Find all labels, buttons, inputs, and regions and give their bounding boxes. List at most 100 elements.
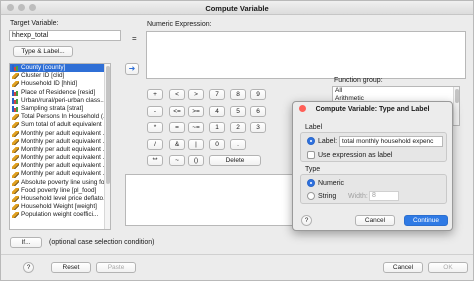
function-description-area	[332, 233, 460, 235]
ok-button[interactable]: OK	[428, 262, 468, 273]
type-group-title: Type	[305, 166, 321, 173]
help-button[interactable]: ?	[23, 262, 34, 273]
move-variable-arrow-button[interactable]: ➜	[125, 63, 139, 75]
label-input[interactable]: total monthly household expenc	[339, 136, 443, 147]
keypad-key[interactable]: 4	[209, 105, 225, 117]
dialog-title: Compute Variable: Type and Label	[315, 106, 430, 113]
variable-list-item[interactable]: Total Persons In Household (...	[10, 113, 110, 121]
keypad-key[interactable]: 3	[250, 122, 266, 133]
keypad-key[interactable]: -	[147, 105, 163, 117]
variable-list[interactable]: County [county] Cluster ID [clid] Househol…	[9, 63, 111, 230]
variable-list-item-label: Food poverty line [pl_food]	[21, 186, 97, 194]
target-variable-input[interactable]: hhexp_total	[9, 30, 121, 41]
keypad-key[interactable]: 5	[230, 105, 246, 117]
dialog-cancel-button[interactable]: Cancel	[355, 215, 395, 226]
keypad-key[interactable]: **	[147, 155, 163, 166]
keypad-key[interactable]: 0	[209, 138, 225, 150]
width-input[interactable]: 8	[369, 191, 399, 201]
reset-button[interactable]: Reset	[51, 262, 91, 273]
target-variable-label: Target Variable:	[10, 20, 59, 27]
variable-list-item[interactable]: Monthly per adult equivalent ...	[10, 154, 110, 162]
variable-list-item[interactable]: County [county]	[10, 64, 110, 73]
scale-variable-icon	[12, 73, 19, 80]
label-radio[interactable]	[307, 137, 315, 145]
variable-list-item[interactable]: Place of Residence [resid]	[10, 89, 110, 97]
variable-list-item-label: Household level price deflato...	[21, 195, 109, 202]
variable-list-item[interactable]: Sampling strata [strat]	[10, 105, 110, 113]
use-expression-checkbox[interactable]	[307, 151, 315, 159]
numeric-expression-input[interactable]	[146, 31, 466, 79]
paste-button[interactable]: Paste	[96, 262, 136, 273]
numeric-radio[interactable]	[307, 179, 315, 187]
function-group-item[interactable]: All	[333, 87, 459, 95]
type-group: Numeric String Width: 8	[300, 174, 447, 204]
variable-list-item-label: Monthly per adult equivalent ...	[21, 129, 109, 137]
keypad-key[interactable]: >	[188, 89, 204, 100]
if-button[interactable]: If...	[10, 237, 42, 248]
variable-list-item[interactable]: Monthly per adult equivalent ...	[10, 162, 110, 170]
variable-list-item[interactable]: Sum total of adult equivalent ...	[10, 121, 110, 129]
variable-list-item-label: Monthly per adult equivalent ...	[21, 162, 109, 170]
variable-list-item-label: Absolute poverty line using fo...	[21, 178, 110, 186]
keypad-key[interactable]: /	[147, 138, 163, 150]
functions-list[interactable]	[125, 174, 293, 226]
function-group-scroll-thumb[interactable]	[455, 89, 459, 103]
keypad-key[interactable]: ~=	[188, 122, 204, 133]
window-title: Compute Variable	[205, 4, 269, 13]
keypad-key[interactable]: 6	[250, 105, 266, 117]
nominal-variable-icon	[12, 89, 19, 96]
string-radio[interactable]	[307, 192, 315, 200]
keypad-key[interactable]: ()	[188, 155, 204, 166]
keypad-key[interactable]: 7	[209, 89, 225, 100]
variable-list-item[interactable]: Monthly per adult equivalent ...	[10, 138, 110, 146]
delete-button[interactable]: Delete	[209, 155, 261, 166]
keypad-key[interactable]: *	[147, 122, 163, 133]
variable-list-item-label: Sum total of adult equivalent ...	[21, 121, 109, 129]
scale-variable-icon	[12, 163, 19, 170]
keypad-key[interactable]: ~	[169, 155, 185, 166]
variable-list-scroll-thumb[interactable]	[106, 66, 110, 184]
variable-list-item-label: Urban/rural/peri-urban class...	[21, 96, 106, 104]
dialog-continue-button[interactable]: Continue	[404, 215, 448, 226]
variable-list-item[interactable]: Urban/rural/peri-urban class...	[10, 97, 110, 105]
numeric-expression-label: Numeric Expression:	[147, 21, 212, 28]
compute-variable-window: Compute Variable Target Variable: hhexp_…	[0, 0, 474, 281]
scale-variable-icon	[12, 171, 19, 178]
scale-variable-icon	[12, 146, 19, 153]
variable-list-item[interactable]: Monthly per adult equivalent ...	[10, 170, 110, 178]
variable-list-item-label: Monthly per adult equivalent ...	[21, 170, 109, 178]
equals-sign: =	[132, 34, 137, 43]
keypad-key[interactable]: |	[188, 138, 204, 150]
keypad-key[interactable]: <	[169, 89, 185, 100]
keypad-key[interactable]: =	[169, 122, 185, 133]
variable-list-item[interactable]: Food poverty line [pl_food]	[10, 187, 110, 195]
keypad-key[interactable]: +	[147, 89, 163, 100]
function-group-scrollbar[interactable]	[453, 87, 459, 125]
keypad-key[interactable]: 8	[230, 89, 246, 100]
variable-list-item[interactable]: Population weight coeffici...	[10, 211, 110, 219]
variable-list-item[interactable]: Household Weight [weight]	[10, 203, 110, 211]
variable-list-item[interactable]: Household level price deflato...	[10, 195, 110, 203]
function-group-label: Function group:	[334, 77, 383, 84]
keypad-key[interactable]: &	[169, 138, 185, 150]
dialog-help-button[interactable]: ?	[301, 215, 312, 226]
variable-list-scrollbar[interactable]	[104, 64, 110, 229]
variable-list-item[interactable]: Cluster ID [clid]	[10, 72, 110, 80]
variable-list-item[interactable]: Absolute poverty line using fo...	[10, 179, 110, 187]
scale-variable-icon	[12, 81, 19, 88]
variable-list-item[interactable]: Monthly per adult equivalent ...	[10, 146, 110, 154]
keypad-key[interactable]: 2	[230, 122, 246, 133]
keypad-key[interactable]: .	[230, 138, 246, 150]
variable-list-item-label: Sampling strata [strat]	[21, 104, 84, 112]
type-label-button[interactable]: Type & Label...	[13, 46, 73, 57]
variable-list-item-label: Cluster ID [clid]	[21, 72, 65, 80]
use-expression-text: Use expression as label	[318, 152, 393, 159]
footer-divider	[1, 254, 473, 255]
keypad-key[interactable]: 1	[209, 122, 225, 133]
keypad-key[interactable]: <=	[169, 105, 185, 117]
variable-list-item[interactable]: Household ID [hhid]	[10, 80, 110, 88]
cancel-button[interactable]: Cancel	[383, 262, 423, 273]
keypad-key[interactable]: >=	[188, 105, 204, 117]
variable-list-item[interactable]: Monthly per adult equivalent ...	[10, 130, 110, 138]
keypad-key[interactable]: 9	[250, 89, 266, 100]
